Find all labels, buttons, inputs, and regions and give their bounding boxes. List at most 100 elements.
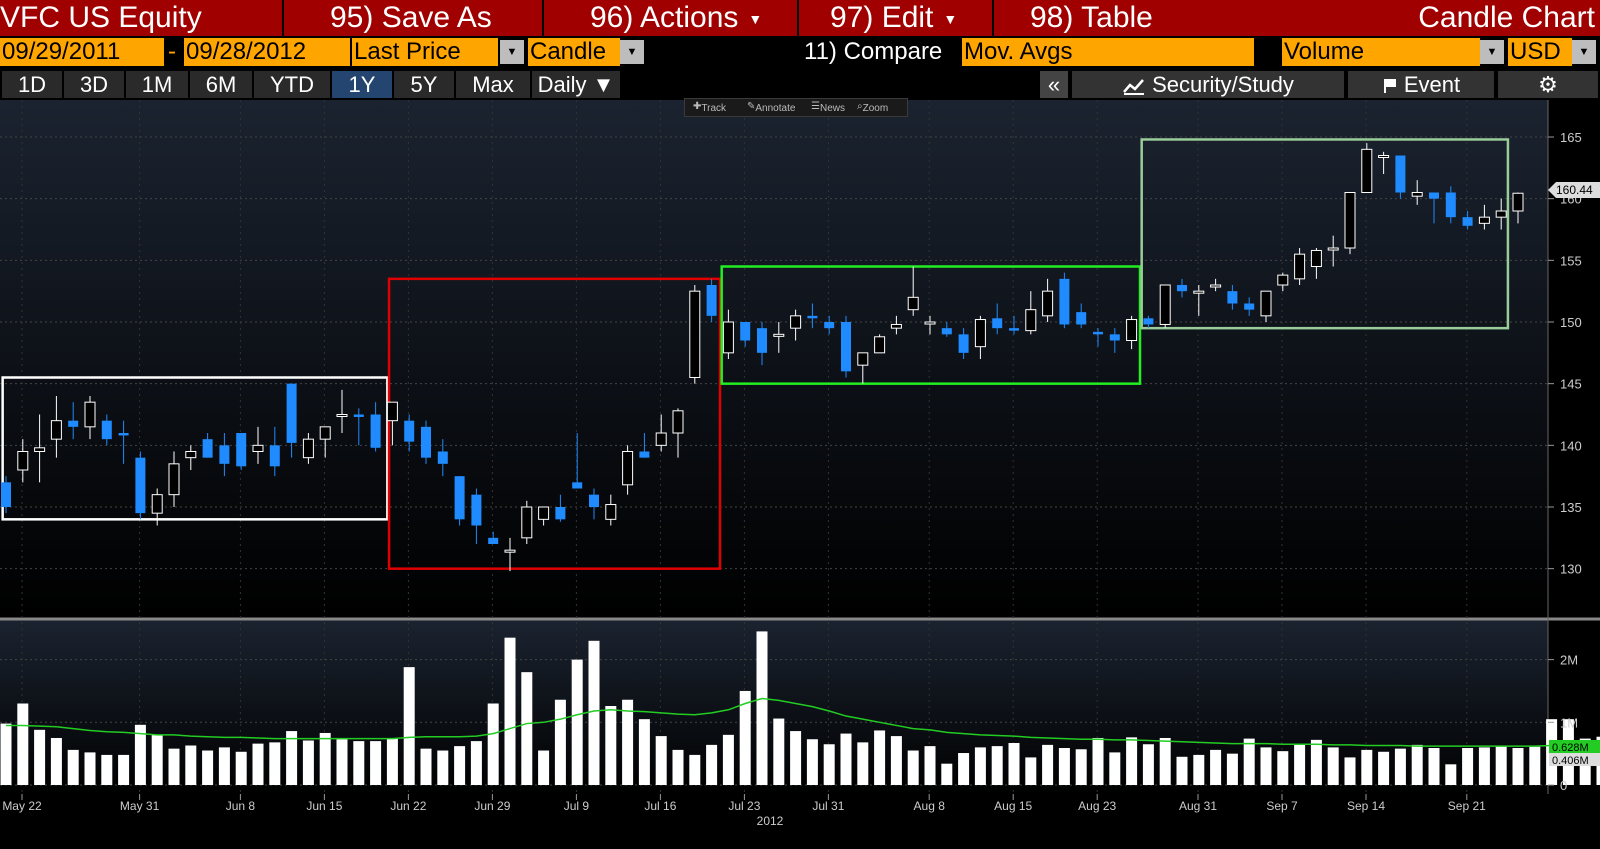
chevron-down-icon[interactable]: ▼	[1480, 40, 1504, 64]
date-tick-label: Aug 23	[1078, 799, 1116, 813]
volume-bar	[454, 746, 466, 785]
candle-body-down	[286, 383, 297, 443]
security-field[interactable]: VFC US Equity	[0, 0, 280, 36]
candle	[689, 285, 701, 384]
candle-body-up	[185, 451, 197, 459]
security-study-button[interactable]: Security/Study	[1072, 71, 1344, 98]
volume-bar	[706, 744, 718, 785]
chevron-down-icon[interactable]: ▼	[620, 40, 644, 64]
news-button[interactable]: ☰ News	[811, 101, 845, 114]
tab-1m[interactable]: 1M	[126, 71, 188, 98]
candle	[236, 433, 247, 470]
price-tick-label: 165	[1560, 130, 1582, 145]
candle	[135, 451, 146, 520]
volume-bar	[1008, 742, 1020, 785]
candle-body-up	[1159, 284, 1171, 325]
zoom-button[interactable]: ⌕ Zoom	[857, 101, 888, 114]
divider	[797, 0, 799, 36]
candle-body-down	[572, 482, 583, 489]
candle-body-up	[605, 504, 617, 520]
candle-body-down	[370, 414, 381, 448]
chevron-down-icon[interactable]: ▼	[500, 40, 524, 64]
volume-bar	[1109, 752, 1121, 785]
volume-bar	[1529, 746, 1541, 785]
volume-last-marker: 0.406M	[1549, 753, 1600, 767]
currency-select[interactable]: USD	[1508, 38, 1572, 66]
volume-bar	[1445, 764, 1457, 785]
candle-body-down	[757, 328, 767, 353]
controls-bar: 09/29/2011 - 09/28/2012 Last Price ▼ Can…	[0, 36, 1600, 68]
event-button[interactable]: Event	[1348, 71, 1494, 98]
volume-bar	[1193, 754, 1205, 785]
candle-body-down	[1009, 328, 1019, 331]
actions-label: 96) Actions	[590, 1, 739, 34]
candle-body-up	[1495, 210, 1507, 218]
candle-body-up	[1378, 155, 1390, 158]
volume-bar	[806, 739, 818, 785]
chevron-down-icon[interactable]: ▼	[1572, 40, 1596, 64]
save-as-button[interactable]: 95) Save As	[330, 0, 540, 36]
chart-line-icon	[1123, 79, 1145, 96]
security-study-label: Security/Study	[1152, 72, 1294, 97]
candle	[1344, 192, 1356, 255]
collapse-button[interactable]: «	[1040, 71, 1068, 98]
volume-bar	[386, 737, 398, 785]
volume-bar	[1428, 748, 1440, 785]
table-label: 98) Table	[1030, 1, 1153, 34]
compare-label: 11) Compare	[804, 38, 943, 65]
candle-body-down	[1109, 334, 1120, 341]
edit-menu[interactable]: 97) Edit ▼	[830, 0, 990, 36]
table-button[interactable]: 98) Table	[1030, 0, 1170, 36]
tab-6m[interactable]: 6M	[190, 71, 252, 98]
volume-tick-label: 2M	[1560, 653, 1578, 668]
volume-bar	[101, 754, 113, 785]
candle-body-up	[924, 321, 936, 325]
candle-body-down	[1462, 217, 1473, 226]
compare-button[interactable]: 11) Compare	[804, 38, 954, 66]
volume-bar	[487, 703, 499, 785]
candle-body-up	[1042, 290, 1054, 317]
tab-1d[interactable]: 1D	[2, 71, 62, 98]
settings-button[interactable]: ⚙	[1498, 71, 1598, 98]
volume-bar	[622, 699, 634, 785]
end-date-field[interactable]: 09/28/2012	[184, 38, 350, 66]
volume-bar	[756, 631, 768, 785]
track-button[interactable]: ✚ Track	[693, 101, 726, 114]
volume-bar	[672, 749, 684, 785]
candle-body-down	[807, 315, 818, 319]
period-select[interactable]: Daily ▼	[532, 71, 620, 98]
candle	[454, 476, 465, 526]
tab-1y[interactable]: 1Y	[332, 71, 392, 98]
style-select[interactable]: Candle	[528, 38, 620, 66]
tab-3d[interactable]: 3D	[64, 71, 124, 98]
actions-menu[interactable]: 96) Actions ▼	[590, 0, 795, 36]
candle-body-down	[236, 433, 247, 467]
volume-bar	[1260, 747, 1272, 785]
volume-bar	[1378, 751, 1390, 785]
mov-avgs-field[interactable]: Mov. Avgs	[962, 38, 1254, 66]
candle-body-up	[1025, 309, 1037, 332]
edit-label: 97) Edit	[830, 1, 934, 34]
year-label: 2012	[757, 814, 784, 828]
volume-bar	[773, 718, 785, 785]
candle-body-up	[1512, 192, 1524, 212]
volume-select[interactable]: Volume	[1282, 38, 1480, 66]
candle-body-down	[404, 420, 415, 442]
start-date-field[interactable]: 09/29/2011	[0, 38, 164, 66]
tab-ytd[interactable]: YTD	[254, 71, 330, 98]
candle	[1361, 143, 1373, 193]
header-bar: VFC US Equity 95) Save As 96) Actions ▼ 9…	[0, 0, 1600, 36]
tab-5y[interactable]: 5Y	[394, 71, 454, 98]
candle-body-up	[1478, 216, 1490, 224]
candle-body-up	[386, 401, 398, 422]
date-tick-label: Jun 22	[390, 799, 426, 813]
tab-max[interactable]: Max	[456, 71, 530, 98]
candle-chart[interactable]: 130135140145150155160165 01M2M May 22 May…	[0, 100, 1600, 849]
candle-body-down	[101, 420, 112, 440]
price-field-select[interactable]: Last Price	[352, 38, 498, 66]
candle-body-up	[319, 426, 331, 440]
candle-body-down	[421, 426, 431, 458]
volume-bar	[588, 640, 600, 785]
dropdown-arrow-icon: ▼	[748, 11, 763, 28]
annotate-button[interactable]: ✎ Annotate	[747, 101, 795, 114]
